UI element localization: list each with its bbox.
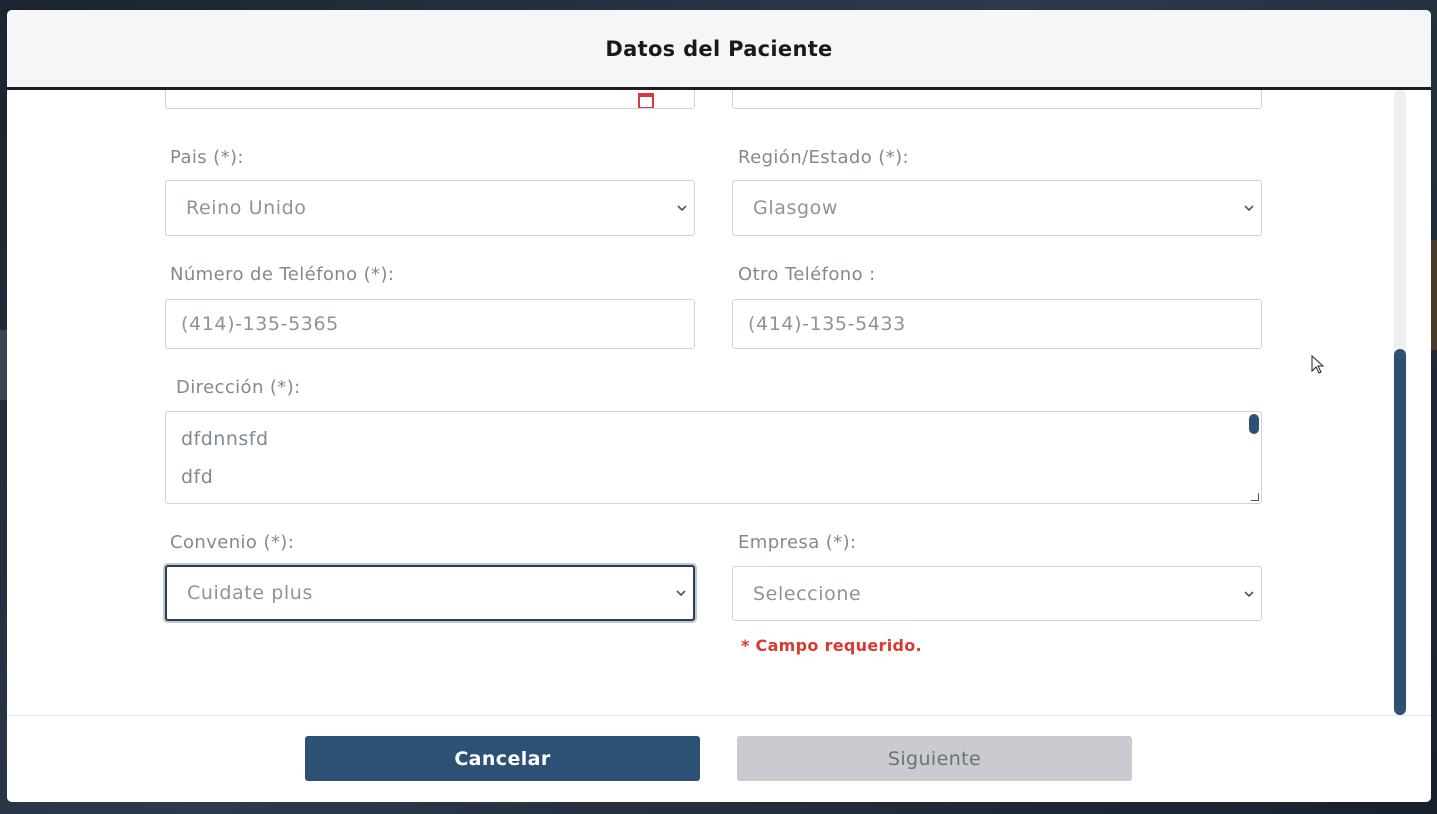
calendar-icon[interactable] [638, 93, 654, 108]
phone-value: (414)-135-5365 [181, 313, 339, 335]
other-phone-value: (414)-135-5433 [748, 313, 906, 335]
backdrop-decoration [0, 330, 7, 400]
region-selected-value: Glasgow [753, 197, 838, 219]
phone-label: Número de Teléfono (*): [170, 264, 395, 285]
email-field[interactable] [732, 90, 1262, 109]
address-line: dfd [181, 466, 214, 488]
modal-title: Datos del Paciente [605, 36, 833, 61]
address-line: dfdnnsfd [181, 428, 269, 450]
birthdate-field[interactable] [165, 90, 695, 109]
resize-handle-icon[interactable] [1251, 493, 1259, 501]
company-label: Empresa (*): [738, 532, 857, 553]
cancel-button[interactable]: Cancelar [305, 736, 700, 781]
region-label: Región/Estado (*): [738, 147, 909, 168]
country-select[interactable]: Reino Unido [165, 180, 695, 236]
modal-scrollbar-thumb[interactable] [1394, 349, 1406, 715]
agreement-select[interactable]: Cuidate plus [165, 565, 695, 621]
chevron-down-icon [1244, 205, 1254, 212]
phone-input[interactable]: (414)-135-5365 [165, 299, 695, 349]
agreement-label: Convenio (*): [170, 532, 295, 553]
chevron-down-icon [677, 205, 687, 212]
region-select[interactable]: Glasgow [732, 180, 1262, 236]
backdrop-decoration [1431, 240, 1437, 350]
modal-header: Datos del Paciente [7, 10, 1431, 90]
chevron-down-icon [676, 590, 686, 597]
modal-scrollbar-track[interactable] [1394, 90, 1406, 715]
other-phone-label: Otro Teléfono : [738, 264, 876, 285]
agreement-selected-value: Cuidate plus [187, 582, 313, 604]
country-selected-value: Reino Unido [186, 197, 307, 219]
country-label: Pais (*): [170, 147, 244, 168]
modal-body: Pais (*): Reino Unido Región/Estado (*):… [7, 90, 1431, 715]
next-button[interactable]: Siguiente [737, 736, 1132, 781]
modal-footer: Cancelar Siguiente [7, 715, 1431, 802]
other-phone-input[interactable]: (414)-135-5433 [732, 299, 1262, 349]
chevron-down-icon [1244, 590, 1254, 597]
birthdate-value-partial [186, 90, 192, 95]
patient-data-modal: Datos del Paciente Pais (*): Reino Unido… [7, 10, 1431, 802]
textarea-scrollbar[interactable] [1249, 414, 1259, 434]
mouse-pointer-icon [1311, 355, 1325, 374]
address-textarea[interactable]: dfdnnsfd dfd [165, 411, 1262, 504]
company-select[interactable]: Seleccione [732, 566, 1262, 621]
company-required-error: * Campo requerido. [741, 636, 922, 655]
address-label: Dirección (*): [176, 377, 301, 398]
company-selected-value: Seleccione [753, 582, 862, 605]
